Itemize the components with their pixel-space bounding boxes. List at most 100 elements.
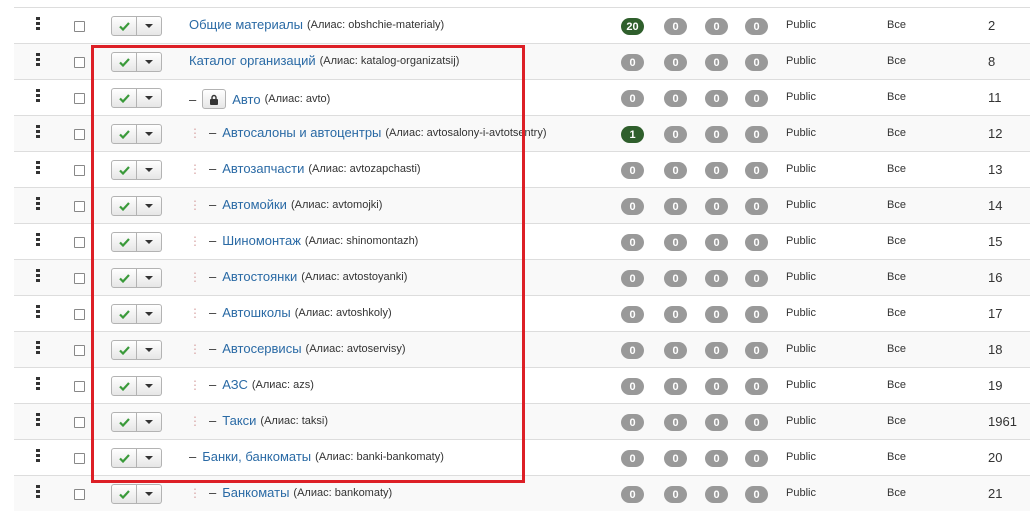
drag-handle-icon[interactable] xyxy=(36,305,40,319)
publish-toggle-button[interactable] xyxy=(111,448,137,468)
category-title-link[interactable]: Каталог организаций xyxy=(189,53,316,68)
drag-handle-icon[interactable] xyxy=(36,197,40,211)
trashed-count-badge[interactable]: 0 xyxy=(745,234,768,251)
archived-count-badge[interactable]: 0 xyxy=(705,162,728,179)
drag-handle-icon[interactable] xyxy=(36,449,40,463)
row-checkbox[interactable] xyxy=(74,345,85,356)
publish-toggle-button[interactable] xyxy=(111,376,137,396)
archived-count-badge[interactable]: 0 xyxy=(705,342,728,359)
row-checkbox[interactable] xyxy=(74,57,85,68)
unpublished-count-badge[interactable]: 0 xyxy=(664,162,687,179)
actions-dropdown-button[interactable] xyxy=(137,268,162,288)
checked-out-button[interactable] xyxy=(202,89,227,109)
archived-count-badge[interactable]: 0 xyxy=(705,450,728,467)
drag-handle-icon[interactable] xyxy=(36,125,40,139)
drag-handle-icon[interactable] xyxy=(36,17,40,31)
row-checkbox[interactable] xyxy=(74,489,85,500)
unpublished-count-badge[interactable]: 0 xyxy=(664,342,687,359)
drag-handle-icon[interactable] xyxy=(36,233,40,247)
drag-handle-icon[interactable] xyxy=(36,269,40,283)
category-title-link[interactable]: Шиномонтаж xyxy=(222,233,301,248)
row-checkbox[interactable] xyxy=(74,129,85,140)
trashed-count-badge[interactable]: 0 xyxy=(745,414,768,431)
trashed-count-badge[interactable]: 0 xyxy=(745,450,768,467)
drag-handle-icon[interactable] xyxy=(36,341,40,355)
publish-toggle-button[interactable] xyxy=(111,340,137,360)
drag-handle-icon[interactable] xyxy=(36,413,40,427)
row-checkbox[interactable] xyxy=(74,21,85,32)
archived-count-badge[interactable]: 0 xyxy=(705,18,728,35)
actions-dropdown-button[interactable] xyxy=(137,88,162,108)
unpublished-count-badge[interactable]: 0 xyxy=(664,378,687,395)
row-checkbox[interactable] xyxy=(74,309,85,320)
trashed-count-badge[interactable]: 0 xyxy=(745,306,768,323)
row-checkbox[interactable] xyxy=(74,273,85,284)
published-count-badge[interactable]: 0 xyxy=(621,450,644,467)
actions-dropdown-button[interactable] xyxy=(137,124,162,144)
published-count-badge[interactable]: 0 xyxy=(621,378,644,395)
unpublished-count-badge[interactable]: 0 xyxy=(664,414,687,431)
publish-toggle-button[interactable] xyxy=(111,484,137,504)
trashed-count-badge[interactable]: 0 xyxy=(745,162,768,179)
actions-dropdown-button[interactable] xyxy=(137,52,162,72)
row-checkbox[interactable] xyxy=(74,93,85,104)
publish-toggle-button[interactable] xyxy=(111,88,137,108)
published-count-badge[interactable]: 0 xyxy=(621,306,644,323)
trashed-count-badge[interactable]: 0 xyxy=(745,486,768,503)
archived-count-badge[interactable]: 0 xyxy=(705,306,728,323)
drag-handle-icon[interactable] xyxy=(36,161,40,175)
published-count-badge[interactable]: 0 xyxy=(621,270,644,287)
category-title-link[interactable]: Автосалоны и автоцентры xyxy=(222,125,381,140)
published-count-badge[interactable]: 0 xyxy=(621,54,644,71)
category-title-link[interactable]: Автозапчасти xyxy=(222,161,304,176)
drag-handle-icon[interactable] xyxy=(36,485,40,499)
trashed-count-badge[interactable]: 0 xyxy=(745,126,768,143)
actions-dropdown-button[interactable] xyxy=(137,448,162,468)
published-count-badge[interactable]: 1 xyxy=(621,126,644,143)
trashed-count-badge[interactable]: 0 xyxy=(745,18,768,35)
archived-count-badge[interactable]: 0 xyxy=(705,54,728,71)
actions-dropdown-button[interactable] xyxy=(137,232,162,252)
publish-toggle-button[interactable] xyxy=(111,268,137,288)
archived-count-badge[interactable]: 0 xyxy=(705,198,728,215)
unpublished-count-badge[interactable]: 0 xyxy=(664,234,687,251)
row-checkbox[interactable] xyxy=(74,165,85,176)
unpublished-count-badge[interactable]: 0 xyxy=(664,54,687,71)
published-count-badge[interactable]: 0 xyxy=(621,198,644,215)
published-count-badge[interactable]: 0 xyxy=(621,234,644,251)
actions-dropdown-button[interactable] xyxy=(137,196,162,216)
publish-toggle-button[interactable] xyxy=(111,304,137,324)
archived-count-badge[interactable]: 0 xyxy=(705,234,728,251)
unpublished-count-badge[interactable]: 0 xyxy=(664,270,687,287)
unpublished-count-badge[interactable]: 0 xyxy=(664,450,687,467)
publish-toggle-button[interactable] xyxy=(111,124,137,144)
unpublished-count-badge[interactable]: 0 xyxy=(664,90,687,107)
actions-dropdown-button[interactable] xyxy=(137,484,162,504)
archived-count-badge[interactable]: 0 xyxy=(705,486,728,503)
published-count-badge[interactable]: 0 xyxy=(621,342,644,359)
archived-count-badge[interactable]: 0 xyxy=(705,378,728,395)
unpublished-count-badge[interactable]: 0 xyxy=(664,306,687,323)
trashed-count-badge[interactable]: 0 xyxy=(745,378,768,395)
unpublished-count-badge[interactable]: 0 xyxy=(664,486,687,503)
actions-dropdown-button[interactable] xyxy=(137,376,162,396)
archived-count-badge[interactable]: 0 xyxy=(705,126,728,143)
category-title-link[interactable]: Автомойки xyxy=(222,197,287,212)
actions-dropdown-button[interactable] xyxy=(137,412,162,432)
category-title-link[interactable]: Такси xyxy=(222,413,256,428)
category-title-link[interactable]: Общие материалы xyxy=(189,17,303,32)
actions-dropdown-button[interactable] xyxy=(137,304,162,324)
drag-handle-icon[interactable] xyxy=(36,377,40,391)
published-count-badge[interactable]: 0 xyxy=(621,486,644,503)
published-count-badge[interactable]: 0 xyxy=(621,162,644,179)
row-checkbox[interactable] xyxy=(74,201,85,212)
drag-handle-icon[interactable] xyxy=(36,53,40,67)
actions-dropdown-button[interactable] xyxy=(137,16,162,36)
archived-count-badge[interactable]: 0 xyxy=(705,414,728,431)
unpublished-count-badge[interactable]: 0 xyxy=(664,126,687,143)
trashed-count-badge[interactable]: 0 xyxy=(745,342,768,359)
actions-dropdown-button[interactable] xyxy=(137,160,162,180)
published-count-badge[interactable]: 0 xyxy=(621,90,644,107)
trashed-count-badge[interactable]: 0 xyxy=(745,54,768,71)
publish-toggle-button[interactable] xyxy=(111,232,137,252)
